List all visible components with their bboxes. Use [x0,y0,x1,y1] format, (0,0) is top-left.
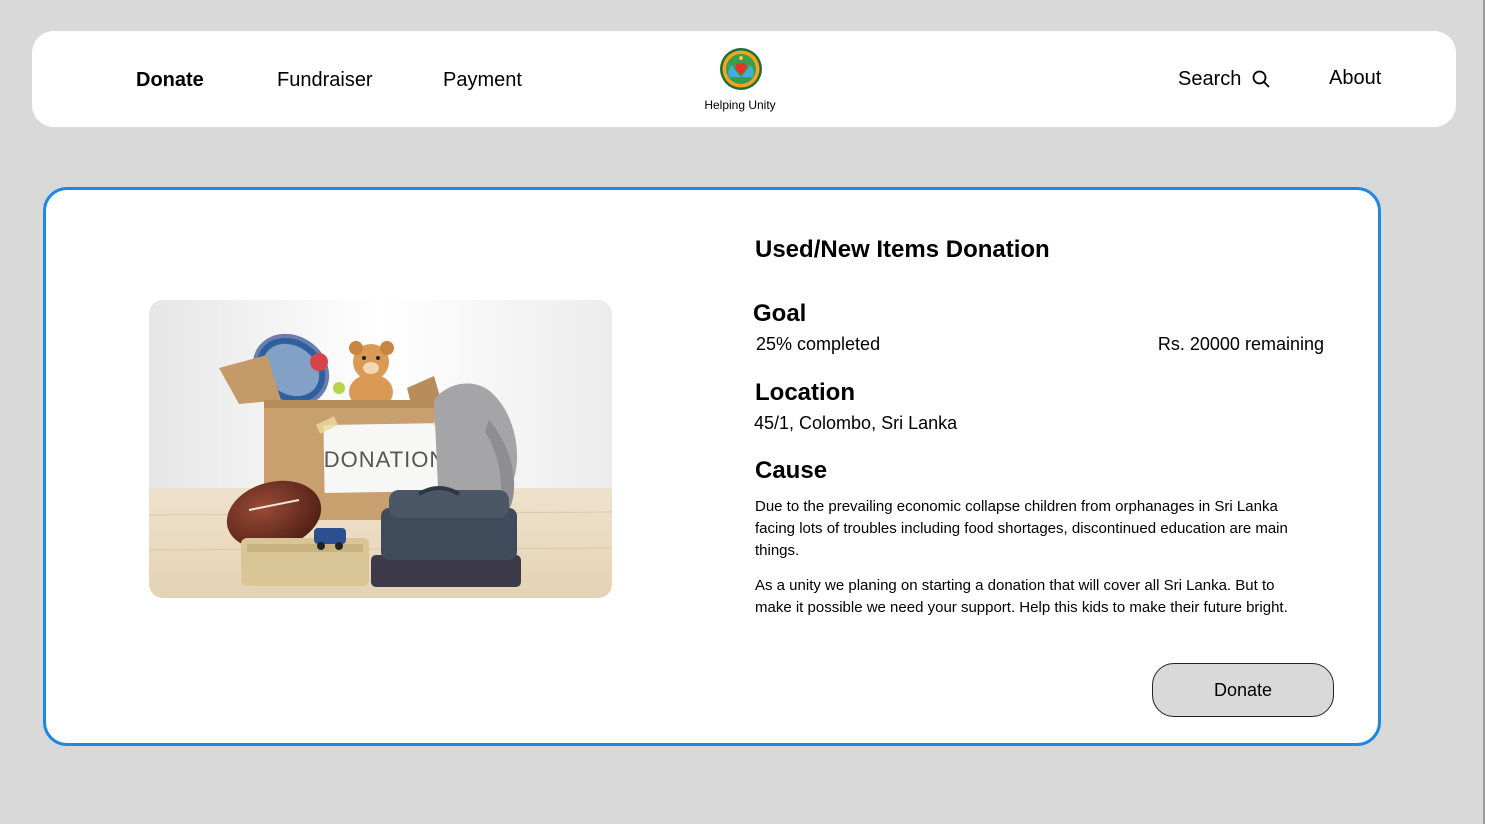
top-navbar: Donate Fundraiser Payment Helping Unity … [32,31,1456,127]
search-icon [1252,70,1270,88]
cause-paragraph-1: Due to the prevailing economic collapse … [755,498,1288,559]
cause-paragraph-2: As a unity we planing on starting a dona… [755,577,1288,616]
nav-fundraiser[interactable]: Fundraiser [277,68,373,92]
donate-button[interactable]: Donate [1152,663,1334,717]
cause-heading: Cause [755,457,828,484]
nav-about[interactable]: About [1329,66,1381,90]
goal-heading: Goal [753,300,807,327]
nav-donate[interactable]: Donate [136,68,204,92]
donation-box-photo: DONATION [149,300,612,598]
nav-payment[interactable]: Payment [443,68,522,92]
donation-box-illustration: DONATION [149,300,612,598]
goal-progress-text: 25% completed [756,334,881,354]
box-label-text: DONATION [324,447,446,472]
nav-search-label: Search [1178,68,1242,90]
goal-remaining-text: Rs. 20000 remaining [1157,334,1324,354]
campaign-card: DONATION Used/New Items Donation Goal 25 [43,187,1381,746]
nav-search[interactable]: Search [1178,67,1271,91]
location-heading: Location [755,379,855,406]
location-value: 45/1, Colombo, Sri Lanka [754,413,958,433]
campaign-title: Used/New Items Donation [755,236,1050,263]
heart-hands-logo-icon[interactable] [719,47,763,91]
brand-name: Helping Unity [704,98,776,112]
